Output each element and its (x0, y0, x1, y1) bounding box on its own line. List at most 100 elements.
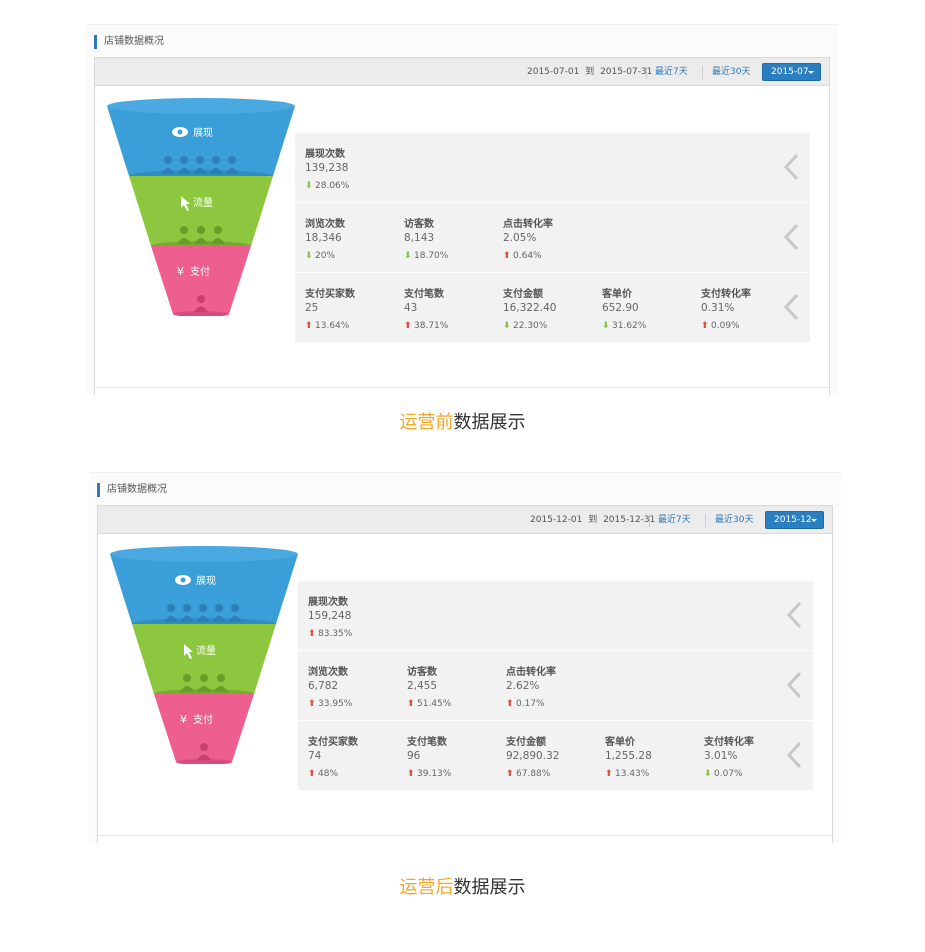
conversion-funnel: ¥ 展现 流量 支付 (107, 98, 295, 316)
metric-label: 支付笔数 (407, 737, 447, 748)
metric-value: 2,455 (407, 680, 438, 692)
last-7-days-link[interactable]: 最近7天 (655, 58, 688, 86)
metric-change: ⬆ 13.43% (605, 769, 650, 779)
metric-value: 74 (308, 750, 322, 762)
metric-change: ⬆ 83.35% (308, 629, 353, 639)
metric-change: ⬆ 38.71% (404, 321, 449, 331)
date-range: 2015-07-01 到 2015-07-31 (527, 58, 652, 86)
metric-value: 2.05% (503, 232, 537, 244)
arrow-down-icon: ⬇ (305, 181, 313, 191)
metric-label: 展现次数 (308, 597, 348, 608)
funnel-payment-segment (154, 694, 254, 762)
divider (646, 66, 647, 79)
caption-highlight: 运营后 (399, 877, 454, 898)
divider (705, 514, 706, 527)
shop-data-card: 店铺数据概况 2015-12-01 到 2015-12-31 最近7天 最近30… (89, 472, 841, 843)
metric-value: 8,143 (404, 232, 435, 244)
panel-footer-line (98, 835, 832, 836)
metric-label: 支付买家数 (308, 737, 358, 748)
metrics-rows: 展现次数 139,238 ⬇ 28.06% 浏览次数 18,346 ⬇ 20% 访客… (295, 133, 810, 343)
funnel-payment-segment (151, 246, 251, 314)
shop-data-card: 店铺数据概况 2015-07-01 到 2015-07-31 最近7天 最近30… (86, 24, 838, 395)
caption-highlight: 运营前 (399, 412, 454, 433)
metric-label: 支付转化率 (704, 737, 754, 748)
chevron-left-icon[interactable] (785, 601, 805, 629)
metric-value: 92,890.32 (506, 750, 560, 762)
funnel-impressions-segment (110, 554, 298, 624)
metrics-rows: 展现次数 159,248 ⬆ 83.35% 浏览次数 6,782 ⬆ 33.95% … (298, 581, 813, 791)
metric-label: 支付转化率 (701, 289, 751, 300)
last-7-days-link[interactable]: 最近7天 (658, 506, 691, 534)
arrow-up-icon: ⬆ (308, 629, 316, 639)
metric-change: ⬆ 39.13% (407, 769, 452, 779)
arrow-down-icon: ⬇ (704, 769, 712, 779)
impressions-row: 展现次数 139,238 ⬇ 28.06% (295, 133, 810, 202)
last-30-days-link[interactable]: 最近30天 (715, 506, 753, 534)
arrow-up-icon: ⬆ (503, 251, 511, 261)
chevron-down-icon (808, 71, 814, 74)
last-30-days-link[interactable]: 最近30天 (712, 58, 750, 86)
metric-change: ⬆ 0.17% (506, 699, 545, 709)
conversion-funnel: ¥ 展现 流量 支付 (110, 546, 298, 764)
date-toolbar: 2015-07-01 到 2015-07-31 最近7天 最近30天 2015-… (95, 58, 829, 86)
metric-label: 点击转化率 (506, 667, 556, 678)
arrow-up-icon: ⬆ (404, 321, 412, 331)
metric-value: 0.31% (701, 302, 735, 314)
payment-row: 支付买家数 25 ⬆ 13.64% 支付笔数 43 ⬆ 38.71% 支付金额 16… (295, 273, 810, 342)
arrow-down-icon: ⬇ (305, 251, 313, 261)
metric-change: ⬆ 33.95% (308, 699, 353, 709)
date-start: 2015-12-01 (530, 515, 583, 525)
payment-row: 支付买家数 74 ⬆ 48% 支付笔数 96 ⬆ 39.13% 支付金额 92,89… (298, 721, 813, 790)
month-select-button[interactable]: 2015-07 (762, 63, 821, 81)
caption-before: 运营前数据展示 (0, 408, 925, 434)
yen-icon: ¥ (180, 713, 187, 726)
card-title: 店铺数据概况 (97, 483, 167, 497)
yen-icon: ¥ (177, 265, 184, 278)
funnel-traffic-label: 流量 (196, 644, 216, 657)
metric-label: 访客数 (404, 219, 434, 230)
arrow-up-icon: ⬆ (308, 699, 316, 709)
metric-label: 展现次数 (305, 149, 345, 160)
arrow-up-icon: ⬆ (407, 699, 415, 709)
metric-change: ⬇ 18.70% (404, 251, 449, 261)
date-end: 2015-07-31 (600, 67, 653, 77)
date-range: 2015-12-01 到 2015-12-31 (530, 506, 655, 534)
card-title: 店铺数据概况 (94, 35, 164, 49)
month-select-label: 2015-12 (774, 515, 812, 525)
date-start: 2015-07-01 (527, 67, 580, 77)
metric-value: 652.90 (602, 302, 639, 314)
metric-change: ⬆ 51.45% (407, 699, 452, 709)
chevron-down-icon (811, 519, 817, 522)
metric-change: ⬇ 0.07% (704, 769, 743, 779)
month-select-button[interactable]: 2015-12 (765, 511, 824, 529)
chevron-left-icon[interactable] (782, 223, 802, 251)
metric-change: ⬆ 0.09% (701, 321, 740, 331)
metric-value: 96 (407, 750, 421, 762)
caption-text: 数据展示 (453, 412, 526, 433)
metric-label: 支付金额 (506, 737, 546, 748)
chevron-left-icon[interactable] (782, 293, 802, 321)
panel-footer-line (95, 387, 829, 388)
month-select-label: 2015-07 (771, 67, 809, 77)
metric-change: ⬇ 28.06% (305, 181, 350, 191)
arrow-down-icon: ⬇ (503, 321, 511, 331)
metric-value: 139,238 (305, 162, 349, 174)
date-end: 2015-12-31 (603, 515, 656, 525)
divider (702, 66, 703, 79)
funnel-traffic-segment (132, 624, 276, 694)
chevron-left-icon[interactable] (785, 671, 805, 699)
arrow-up-icon: ⬆ (701, 321, 709, 331)
metric-change: ⬆ 48% (308, 769, 339, 779)
caption-text: 数据展示 (453, 877, 526, 898)
eye-icon (175, 575, 191, 585)
metric-change: ⬇ 31.62% (602, 321, 647, 331)
funnel-impressions-label: 展现 (193, 127, 213, 139)
data-panel: 2015-07-01 到 2015-07-31 最近7天 最近30天 2015-… (94, 57, 830, 395)
chevron-left-icon[interactable] (782, 153, 802, 181)
metric-label: 浏览次数 (305, 219, 345, 230)
metric-value: 159,248 (308, 610, 352, 622)
metric-value: 25 (305, 302, 319, 314)
date-to: 到 (588, 515, 598, 525)
chevron-left-icon[interactable] (785, 741, 805, 769)
arrow-up-icon: ⬆ (407, 769, 415, 779)
